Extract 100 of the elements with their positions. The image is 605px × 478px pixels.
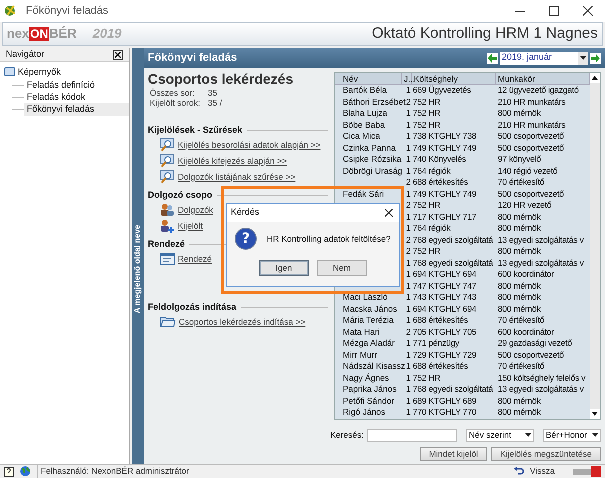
table-cell-text: 210 HR munkatárs xyxy=(497,120,567,131)
table-cell-text: 1 xyxy=(405,142,412,154)
search-field[interactable] xyxy=(367,428,457,442)
table-cell-text: 13 egyedi szolgáltatás v xyxy=(497,258,585,269)
scrollbar[interactable] xyxy=(590,73,600,419)
table-cell-text: 768 egyedi szolgáltatá xyxy=(412,258,494,269)
action-link[interactable]: Csoportos lekérdezés indítása >> xyxy=(179,316,306,328)
table-cell-text: 800 mérnök xyxy=(497,396,542,407)
table-cell-text: 669 Ügyvezetés xyxy=(412,85,472,96)
screens-icon xyxy=(4,67,16,78)
table-cell-text: 1 xyxy=(405,372,412,384)
table-cell-text: 800 mérnök xyxy=(497,280,542,292)
table-cell-text: 2 xyxy=(405,326,412,338)
table-cell-text: 717 KTGHLY 717 xyxy=(412,212,478,223)
table-cell: Czinka Panna xyxy=(343,142,396,153)
table-cell-text: 705 KTGHLY 705 xyxy=(412,326,478,338)
panel-title: Főkönyvi feladás xyxy=(148,50,238,66)
previous-button[interactable] xyxy=(487,52,498,64)
dialog-button[interactable]: Nem xyxy=(317,260,367,276)
table-cell: Döbrögi Uraság xyxy=(343,166,403,176)
table-cell-text: 800 mérnök xyxy=(497,223,542,234)
section-heading: Rendezé xyxy=(148,238,186,251)
action-link[interactable]: Dolgozók xyxy=(178,204,214,216)
table-cell: Blaha Lujza xyxy=(343,108,388,118)
action-link[interactable]: Rendezé xyxy=(178,252,212,266)
caret-icon xyxy=(592,433,598,437)
close-button[interactable] xyxy=(113,50,123,60)
table-cell-text: 1 xyxy=(405,304,412,315)
table-cell-text: 1 xyxy=(405,188,412,200)
question-icon: ? xyxy=(235,228,257,250)
dialog-title: Kérdés xyxy=(231,206,260,220)
table-cell: Csipke Rózsika xyxy=(343,154,402,164)
table-cell-text: 500 csoportvezető xyxy=(497,142,566,154)
table-cell-text: 738 KTGHLY 738 xyxy=(412,131,478,142)
table-cell-text: 743 KTGHLY 743 xyxy=(412,292,478,304)
table-cell-text: 688 értékesítés xyxy=(412,177,470,188)
close-button[interactable] xyxy=(383,207,395,219)
table-cell-text: 1 xyxy=(405,223,412,234)
type-select[interactable]: Bér+Honor xyxy=(543,428,601,442)
tree-item[interactable]: Feladás definíció xyxy=(24,78,129,92)
table-cell-text: 1 xyxy=(405,269,412,280)
column-header[interactable]: Név xyxy=(335,73,402,84)
table-cell-text: 120 HR vezető xyxy=(497,200,553,212)
table-cell-text: 1 xyxy=(405,407,412,418)
dialog-button[interactable]: Igen xyxy=(259,260,309,276)
table-cell-text: 1 xyxy=(405,338,412,350)
action-link[interactable]: Kijelölt xyxy=(178,220,204,232)
table-cell: Macska János xyxy=(343,304,398,314)
table-cell-text: 1 xyxy=(405,384,412,396)
action-button[interactable]: Kijelölés megszüntetése xyxy=(491,447,601,461)
table-cell-text: 1 xyxy=(405,131,412,142)
section-heading: Feldolgozás indítása xyxy=(148,300,237,314)
order-select[interactable]: Név szerint xyxy=(466,428,534,442)
magnifier-icon xyxy=(160,138,175,152)
summary-value: 35 xyxy=(208,88,218,98)
strip-label: A megjelenő oldal neve xyxy=(132,225,143,314)
table-cell-text: 689 KTGHLY 689 xyxy=(412,396,478,407)
table-cell-text: 764 régiók xyxy=(412,166,452,177)
action-link[interactable]: Dolgozók listájának szűrése >> xyxy=(178,170,296,184)
action-button[interactable]: Mindet kijelöl xyxy=(420,447,488,461)
table-cell-text: 13 egyedi szolgáltatás v xyxy=(497,234,585,246)
table-cell: Böbe Baba xyxy=(343,120,386,130)
table-cell-text: 752 HR xyxy=(412,200,442,212)
table-cell-text: 12 ügyvezető igazgató xyxy=(497,85,580,96)
table-cell-text: 1 xyxy=(405,154,412,166)
table-cell-text: 1 xyxy=(405,85,412,96)
table-cell-text: 800 mérnök xyxy=(497,108,542,120)
tree-item[interactable]: Főkönyvi feladás xyxy=(24,102,129,116)
table-cell-text: 1 xyxy=(405,315,412,326)
table-cell-text: 800 mérnök xyxy=(497,407,542,418)
company-name: Oktató Kontrolling HRM 1 Nagnes xyxy=(372,24,598,44)
table-cell-text: 752 HR xyxy=(412,108,442,120)
table-cell-text: 752 HR xyxy=(412,372,442,384)
action-link[interactable]: Kijelölés kifejezés alapján >> xyxy=(178,154,288,168)
scroll-down-icon[interactable] xyxy=(592,412,598,416)
table-cell-text: 600 koordinátor xyxy=(497,269,556,280)
table-cell: Nádszál Kisassz xyxy=(343,361,406,372)
table-cell-text: 768 egyedi szolgáltatá xyxy=(412,384,494,396)
people-icon xyxy=(160,203,175,217)
next-button[interactable] xyxy=(590,52,601,64)
tree-item[interactable]: Feladás kódok xyxy=(24,90,129,104)
table-cell-text: 29 gazdasági vezető xyxy=(497,338,574,350)
table-cell: Petőfi Sándor xyxy=(343,396,395,406)
undo-icon xyxy=(514,467,524,476)
period-select[interactable]: 2019. január xyxy=(500,52,588,64)
table-cell-text: 1 xyxy=(405,108,412,120)
close-icon xyxy=(583,6,593,16)
table-cell-text: 500 csoportvezető xyxy=(497,131,566,142)
back-link[interactable]: Vissza xyxy=(530,465,555,478)
table-cell-text: 770 KTGHLY 770 xyxy=(412,407,478,418)
logo-prefix: nex xyxy=(7,25,30,44)
search-label: Keresés: xyxy=(330,428,364,442)
help-icon[interactable] xyxy=(4,466,14,476)
action-link[interactable]: Kijelölés besorolási adatok alapján >> xyxy=(178,138,321,152)
minimize-icon xyxy=(515,10,525,12)
table-cell: Mata Hari xyxy=(343,326,380,337)
globe-icon[interactable] xyxy=(20,466,31,477)
column-header[interactable]: Költséghely xyxy=(412,73,496,84)
tree-item[interactable]: Képernyők xyxy=(18,66,62,80)
scroll-up-icon[interactable] xyxy=(592,76,598,80)
